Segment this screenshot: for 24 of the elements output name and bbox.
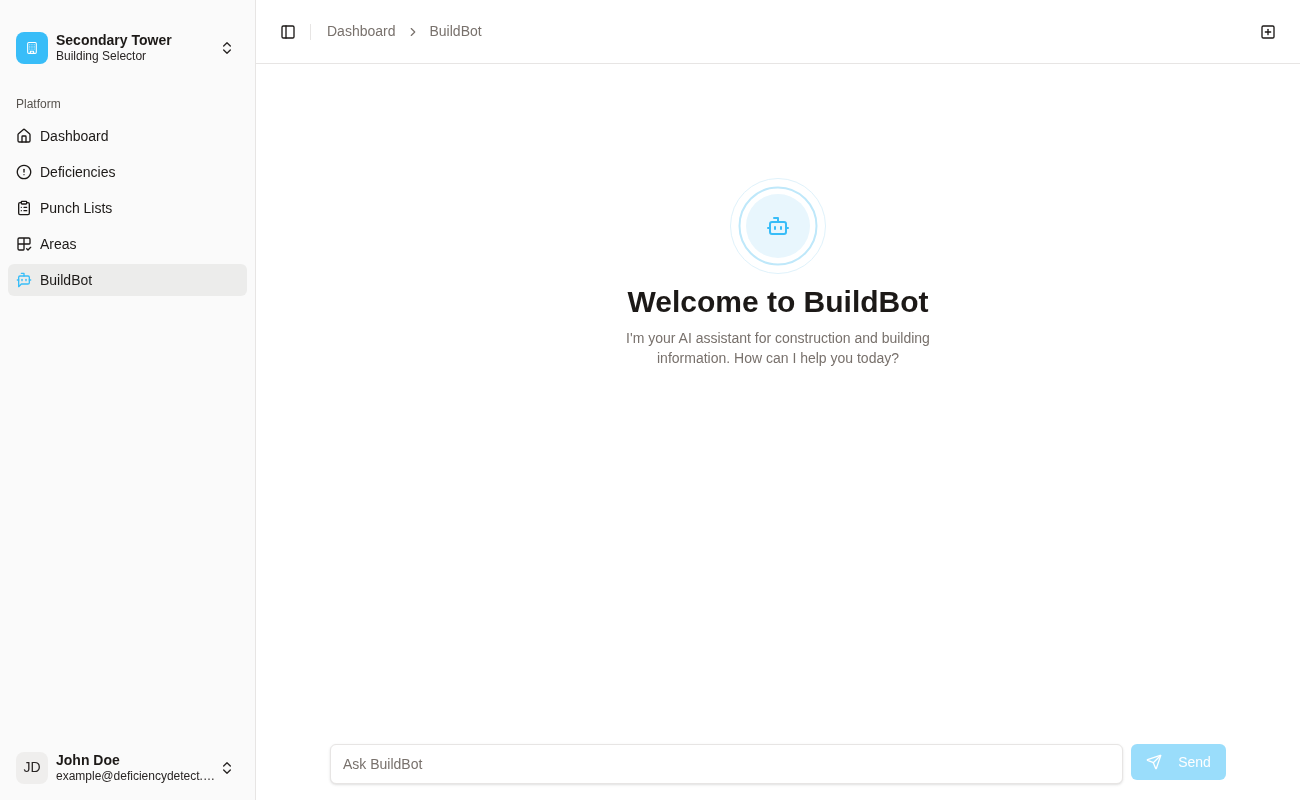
welcome-message: I'm your AI assistant for construction and building information. How can I help you today? — [625, 329, 931, 368]
sidebar-group-label: Platform — [16, 96, 61, 113]
chat-bot-icon — [16, 272, 32, 288]
sidebar-item[interactable]: Areas — [8, 228, 247, 260]
breadcrumb-current-page: BuildBot — [429, 22, 482, 41]
house-icon — [16, 128, 32, 144]
clipboard-list-icon — [16, 200, 32, 216]
sidebar-item[interactable]: Deficiencies — [8, 156, 247, 188]
sidebar-panel-icon — [280, 23, 296, 40]
building-subtitle: Building Selector — [56, 49, 148, 65]
robot-icon — [730, 178, 826, 274]
welcome-title: Welcome to BuildBot — [627, 284, 929, 320]
building-icon — [16, 32, 48, 64]
sidebar-item[interactable]: Dashboard — [8, 120, 247, 152]
sidebar-item[interactable]: Punch Lists — [8, 192, 247, 224]
sidebar-item[interactable]: BuildBot — [8, 264, 247, 296]
send-icon — [1146, 754, 1163, 770]
avatar: JD — [16, 751, 48, 784]
grid-check-icon — [16, 236, 32, 252]
message-input-field[interactable]: Ask BuildBot — [330, 744, 1123, 784]
square-plus-icon — [1260, 23, 1276, 40]
breadcrumb-link[interactable]: Dashboard — [327, 21, 396, 42]
user-name: John Doe — [56, 751, 121, 769]
building-name: Secondary Tower — [56, 31, 173, 50]
